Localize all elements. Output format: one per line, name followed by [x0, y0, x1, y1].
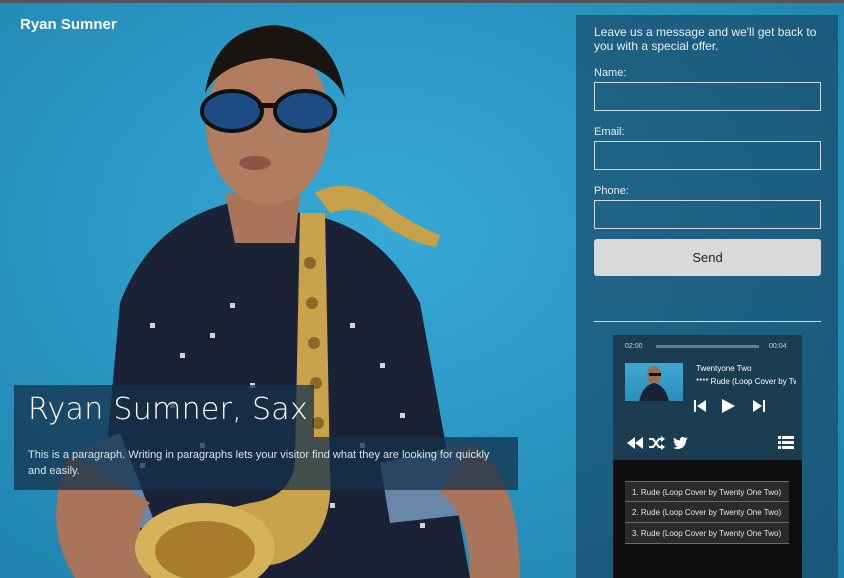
hero-paragraph: This is a paragraph. Writing in paragrap… — [28, 449, 490, 477]
album-cover — [625, 363, 683, 401]
twitter-icon[interactable] — [673, 437, 688, 449]
site-title[interactable]: Ryan Sumner — [20, 16, 117, 33]
playlist-item[interactable]: 3. Rude (Loop Cover by Twenty One Two) — [625, 523, 789, 544]
progress-bar[interactable] — [656, 345, 759, 348]
phone-field[interactable] — [594, 200, 821, 229]
send-button[interactable]: Send — [594, 239, 821, 276]
name-label: Name: — [594, 67, 627, 79]
phone-label: Phone: — [594, 185, 629, 197]
shuffle-icon[interactable] — [649, 436, 665, 450]
track-title: **** Rude (Loop Cover by Twenty One Two) — [696, 377, 796, 386]
playlist-icon[interactable] — [778, 436, 794, 449]
playlist: 1. Rude (Loop Cover by Twenty One Two) 2… — [625, 481, 789, 544]
email-field[interactable] — [594, 141, 821, 170]
next-icon[interactable] — [753, 399, 765, 413]
time-total: 00:04 — [769, 343, 787, 350]
prev-icon[interactable] — [694, 399, 706, 413]
name-field[interactable] — [594, 82, 821, 111]
time-elapsed: 02:00 — [625, 343, 643, 350]
playlist-item[interactable]: 2. Rude (Loop Cover by Twenty One Two) — [625, 502, 789, 523]
rewind-icon[interactable] — [627, 437, 643, 449]
hero-photo — [56, 25, 520, 578]
email-label: Email: — [594, 126, 625, 138]
panel-divider — [594, 321, 821, 322]
playlist-item[interactable]: 1. Rude (Loop Cover by Twenty One Two) — [625, 481, 789, 502]
contact-intro: Leave us a message and we'll get back to… — [594, 25, 817, 53]
play-icon[interactable] — [721, 398, 736, 414]
hero-title: Ryan Sumner, Sax — [28, 392, 309, 427]
track-artist: Twentyone Two — [696, 364, 752, 373]
